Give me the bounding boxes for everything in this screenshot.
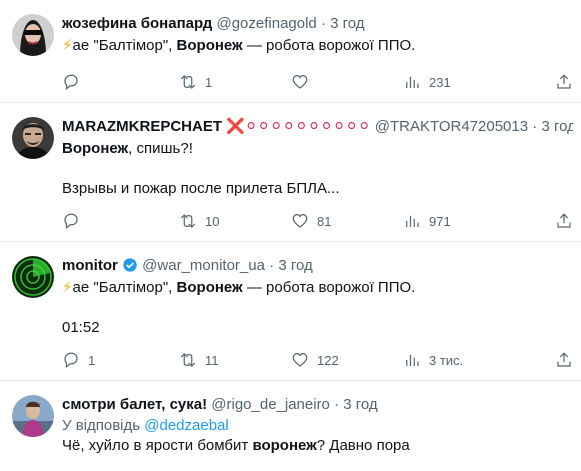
action-bar: 10 81 971 — [62, 211, 573, 231]
avatar[interactable] — [12, 256, 54, 298]
share-button[interactable] — [555, 212, 573, 230]
timestamp[interactable]: 3 год — [330, 15, 364, 32]
author-name[interactable]: жозефина бонапард — [62, 15, 212, 32]
chart-icon — [406, 215, 419, 227]
separator-dot: · — [320, 15, 326, 32]
tweet-text: ⚡ае "Балтімор", Воронеж — робота ворожої… — [62, 37, 416, 54]
share-icon — [557, 213, 571, 228]
retweet-button[interactable]: 10 — [179, 212, 291, 230]
chart-icon — [406, 354, 419, 366]
views-button[interactable]: 3 тис. — [403, 351, 528, 369]
retweet-icon — [180, 75, 196, 89]
like-button[interactable] — [291, 73, 403, 91]
reply-button[interactable] — [62, 212, 179, 230]
views-button[interactable]: 971 — [403, 212, 528, 230]
retweet-icon — [180, 353, 196, 367]
share-button[interactable] — [555, 73, 573, 91]
action-bar: 1 231 — [62, 72, 573, 92]
reply-button[interactable]: 1 — [62, 351, 179, 369]
tweet-2[interactable]: MARAZMKREPCHAET ❌⚪⚪⚪⚪⚪⚪⚪⚪⚪⚪ @TRAKTOR4720… — [0, 103, 581, 242]
views-button[interactable]: 231 — [403, 73, 528, 91]
tweet-text-line-2: 01:52 — [62, 319, 100, 336]
like-button[interactable]: 122 — [291, 351, 403, 369]
chart-icon — [406, 76, 419, 88]
tweet-header: MARAZMKREPCHAET ❌⚪⚪⚪⚪⚪⚪⚪⚪⚪⚪ @TRAKTOR4720… — [62, 117, 573, 137]
lightning-icon: ⚡ — [62, 279, 73, 296]
timestamp[interactable]: 3 год — [278, 257, 312, 274]
retweet-button[interactable]: 11 — [179, 351, 291, 369]
views-count: 231 — [429, 74, 451, 90]
heart-icon — [292, 214, 308, 228]
heart-icon — [292, 353, 308, 367]
author-handle[interactable]: @gozefinagold — [216, 15, 316, 32]
author-name[interactable]: monitor — [62, 257, 118, 274]
timestamp[interactable]: 3 год — [541, 118, 573, 135]
separator-dot: · — [269, 257, 275, 274]
like-count: 122 — [317, 352, 339, 368]
tweet-text: ⚡ае "Балтімор", Воронеж — робота ворожої… — [62, 279, 416, 296]
action-bar: 1 11 122 3 тис. — [62, 350, 573, 370]
tweet-3[interactable]: monitor @war_monitor_ua · 3 год ⚡ае "Бал… — [0, 242, 581, 381]
reply-to-handle-link[interactable]: @dedzaebal — [144, 417, 228, 434]
reply-icon — [64, 213, 78, 229]
separator-dot: · — [334, 396, 340, 413]
heart-icon — [292, 75, 308, 89]
avatar[interactable] — [12, 117, 54, 159]
author-name[interactable]: MARAZMKREPCHAET — [62, 118, 222, 135]
author-handle[interactable]: @TRAKTOR47205013 — [375, 118, 528, 135]
avatar[interactable] — [12, 395, 54, 437]
reply-icon — [64, 74, 78, 90]
tweet-text: Воронеж, спишь?! — [62, 140, 193, 157]
retweet-button[interactable]: 1 — [179, 73, 291, 91]
avatar[interactable] — [12, 14, 54, 56]
retweet-icon — [180, 214, 196, 228]
timestamp[interactable]: 3 год — [343, 396, 377, 413]
share-icon — [557, 352, 571, 367]
tweet-4[interactable]: смотри балет, сука! @rigo_de_janeiro · 3… — [0, 381, 581, 471]
views-count: 971 — [429, 213, 451, 229]
reply-button[interactable] — [62, 73, 179, 91]
separator-dot: · — [532, 118, 538, 135]
retweet-count: 11 — [205, 352, 219, 368]
tweet-text-line-2: Взрывы и пожар после прилета БПЛА... — [62, 180, 340, 197]
reply-context: У відповідь @dedzaebal — [62, 417, 229, 434]
like-count: 81 — [317, 213, 332, 229]
share-icon — [557, 74, 571, 89]
share-button[interactable] — [555, 351, 573, 369]
name-decoration: ❌⚪⚪⚪⚪⚪⚪⚪⚪⚪⚪ — [226, 118, 371, 135]
tweet-text: Чё, хуйло в ярости бомбит воронеж? Давно… — [62, 437, 410, 454]
tweet-1[interactable]: жозефина бонапард @gozefinagold · 3 год … — [0, 0, 581, 103]
reply-icon — [64, 352, 78, 368]
tweet-header: жозефина бонапард @gozefinagold · 3 год — [62, 14, 573, 34]
lightning-icon: ⚡ — [62, 37, 73, 54]
retweet-count: 1 — [205, 74, 213, 90]
reply-count: 1 — [88, 352, 96, 368]
author-name[interactable]: смотри балет, сука! — [62, 396, 207, 413]
like-button[interactable]: 81 — [291, 212, 403, 230]
author-handle[interactable]: @rigo_de_janeiro — [211, 396, 330, 413]
retweet-count: 10 — [205, 213, 220, 229]
author-handle[interactable]: @war_monitor_ua — [142, 257, 265, 274]
verified-badge-icon — [123, 258, 137, 272]
views-count: 3 тис. — [429, 352, 464, 368]
tweet-header: monitor @war_monitor_ua · 3 год — [62, 256, 573, 276]
tweet-header: смотри балет, сука! @rigo_de_janeiro · 3… — [62, 395, 573, 415]
